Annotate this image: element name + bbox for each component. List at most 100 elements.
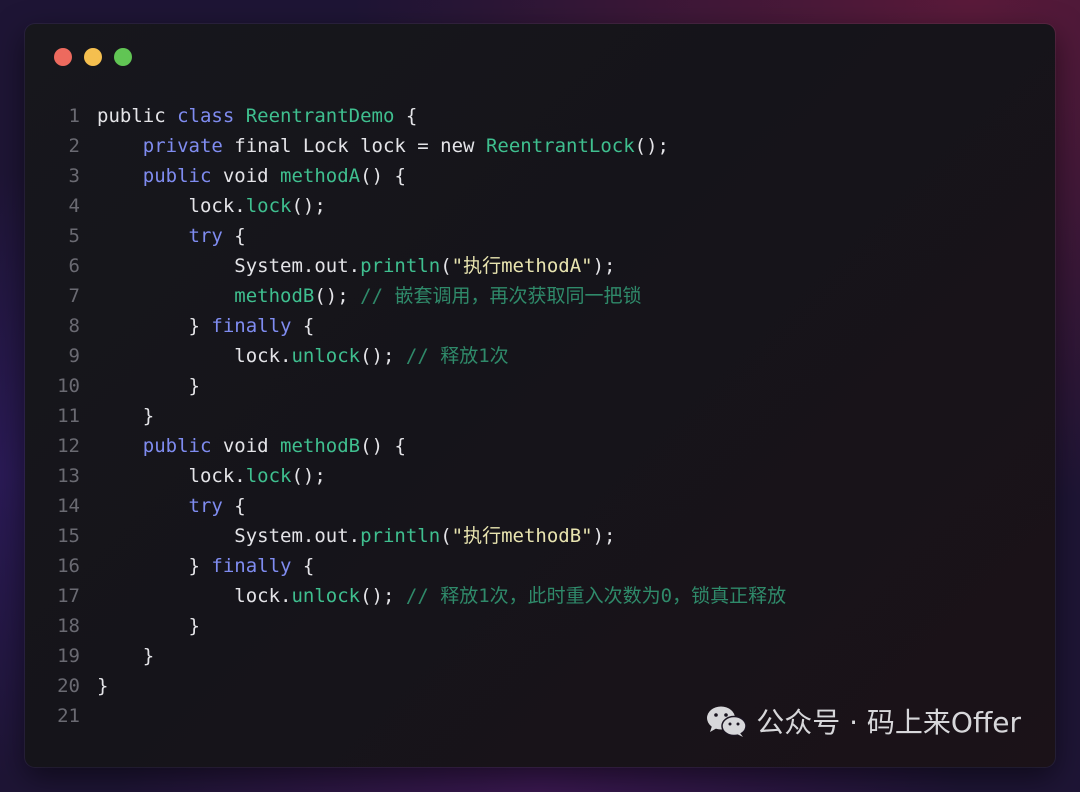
code-line: 8 } finally {: [25, 311, 1055, 341]
close-window-button[interactable]: [54, 48, 72, 66]
code-token: }: [97, 615, 200, 637]
code-token: ReentrantLock: [485, 135, 635, 157]
code-token: }: [97, 675, 109, 697]
code-line: 18 }: [25, 611, 1055, 641]
code-line: 7 methodB(); // 嵌套调用，再次获取同一把锁: [25, 281, 1055, 311]
line-number: 5: [68, 225, 80, 247]
code-text: public void methodB() {: [80, 431, 406, 461]
code-line: 14 try {: [25, 491, 1055, 521]
code-text: try {: [80, 491, 246, 521]
code-token: }: [97, 405, 155, 427]
line-number: 1: [68, 105, 80, 127]
code-text: System.out.println("执行methodA");: [80, 251, 615, 281]
code-line: 3 public void methodA() {: [25, 161, 1055, 191]
code-text: }: [80, 401, 154, 431]
code-text: }: [80, 671, 108, 701]
code-token: try: [188, 225, 223, 247]
code-line: 9 lock.unlock(); // 释放1次: [25, 341, 1055, 371]
code-token: lock: [245, 465, 292, 487]
code-window: 1 public class ReentrantDemo {2 private f…: [25, 24, 1055, 767]
code-token: lock.: [97, 195, 246, 217]
window-controls: [54, 48, 132, 66]
code-token: // 嵌套调用，再次获取同一把锁: [360, 285, 642, 307]
code-token: );: [592, 255, 616, 277]
line-number: 12: [57, 435, 80, 457]
code-token: public: [142, 435, 212, 457]
code-token: "执行methodA": [451, 255, 593, 277]
code-token: ();: [360, 345, 406, 367]
code-token: unlock: [291, 585, 361, 607]
code-token: () {: [360, 165, 406, 187]
code-token: lock: [245, 195, 292, 217]
code-token: public: [142, 165, 212, 187]
line-number: 18: [57, 615, 80, 637]
code-token: }: [97, 375, 200, 397]
code-text: }: [80, 371, 200, 401]
code-token: {: [291, 315, 315, 337]
code-token: "执行methodB": [451, 525, 593, 547]
code-token: }: [97, 645, 155, 667]
code-text: System.out.println("执行methodB");: [80, 521, 615, 551]
line-number: 4: [68, 195, 80, 217]
code-token: void: [211, 165, 281, 187]
code-line: 5 try {: [25, 221, 1055, 251]
code-line: 4 lock.lock();: [25, 191, 1055, 221]
line-number: 15: [57, 525, 80, 547]
code-token: ();: [314, 285, 361, 307]
code-token: // 释放1次，此时重入次数为0，锁真正释放: [405, 585, 787, 607]
line-number: 13: [57, 465, 80, 487]
code-text: public void methodA() {: [80, 161, 406, 191]
code-line: 13 lock.lock();: [25, 461, 1055, 491]
code-line: 20}: [25, 671, 1055, 701]
code-text: } finally {: [80, 551, 315, 581]
code-token: println: [360, 255, 441, 277]
code-text: methodB(); // 嵌套调用，再次获取同一把锁: [80, 281, 641, 311]
code-token: unlock: [291, 345, 361, 367]
code-editor: 1 public class ReentrantDemo {2 private f…: [25, 101, 1055, 731]
code-text: try {: [80, 221, 246, 251]
code-token: methodB: [280, 435, 361, 457]
line-number: 2: [68, 135, 80, 157]
code-text: public class ReentrantDemo {: [80, 101, 417, 131]
code-token: System.out.: [97, 525, 361, 547]
code-line: 17 lock.unlock(); // 释放1次，此时重入次数为0，锁真正释放: [25, 581, 1055, 611]
code-line: 16 } finally {: [25, 551, 1055, 581]
code-token: methodA: [280, 165, 361, 187]
code-token: );: [592, 525, 616, 547]
code-text: lock.unlock(); // 释放1次: [80, 341, 508, 371]
code-token: }: [97, 315, 212, 337]
code-text: }: [80, 611, 200, 641]
code-token: void: [211, 435, 281, 457]
line-number: 10: [57, 375, 80, 397]
code-token: {: [222, 225, 246, 247]
maximize-window-button[interactable]: [114, 48, 132, 66]
code-text: lock.unlock(); // 释放1次，此时重入次数为0，锁真正释放: [80, 581, 786, 611]
code-token: finally: [211, 555, 292, 577]
code-token: finally: [211, 315, 292, 337]
minimize-window-button[interactable]: [84, 48, 102, 66]
code-token: (: [440, 525, 452, 547]
code-token: lock.: [97, 585, 292, 607]
line-number: 19: [57, 645, 80, 667]
code-line: 15 System.out.println("执行methodB");: [25, 521, 1055, 551]
code-line: 2 private final Lock lock = new Reentran…: [25, 131, 1055, 161]
code-token: public: [97, 105, 178, 127]
line-number: 9: [68, 345, 80, 367]
code-token: ();: [634, 135, 669, 157]
code-token: {: [394, 105, 418, 127]
code-line: 10 }: [25, 371, 1055, 401]
line-number: 6: [68, 255, 80, 277]
watermark-text: 公众号 · 码上来Offer: [756, 706, 1021, 739]
code-text: } finally {: [80, 311, 315, 341]
code-token: ();: [360, 585, 406, 607]
code-text: }: [80, 641, 154, 671]
line-number: 3: [68, 165, 80, 187]
code-token: ();: [291, 465, 326, 487]
code-token: {: [222, 495, 246, 517]
code-text: lock.lock();: [80, 461, 326, 491]
